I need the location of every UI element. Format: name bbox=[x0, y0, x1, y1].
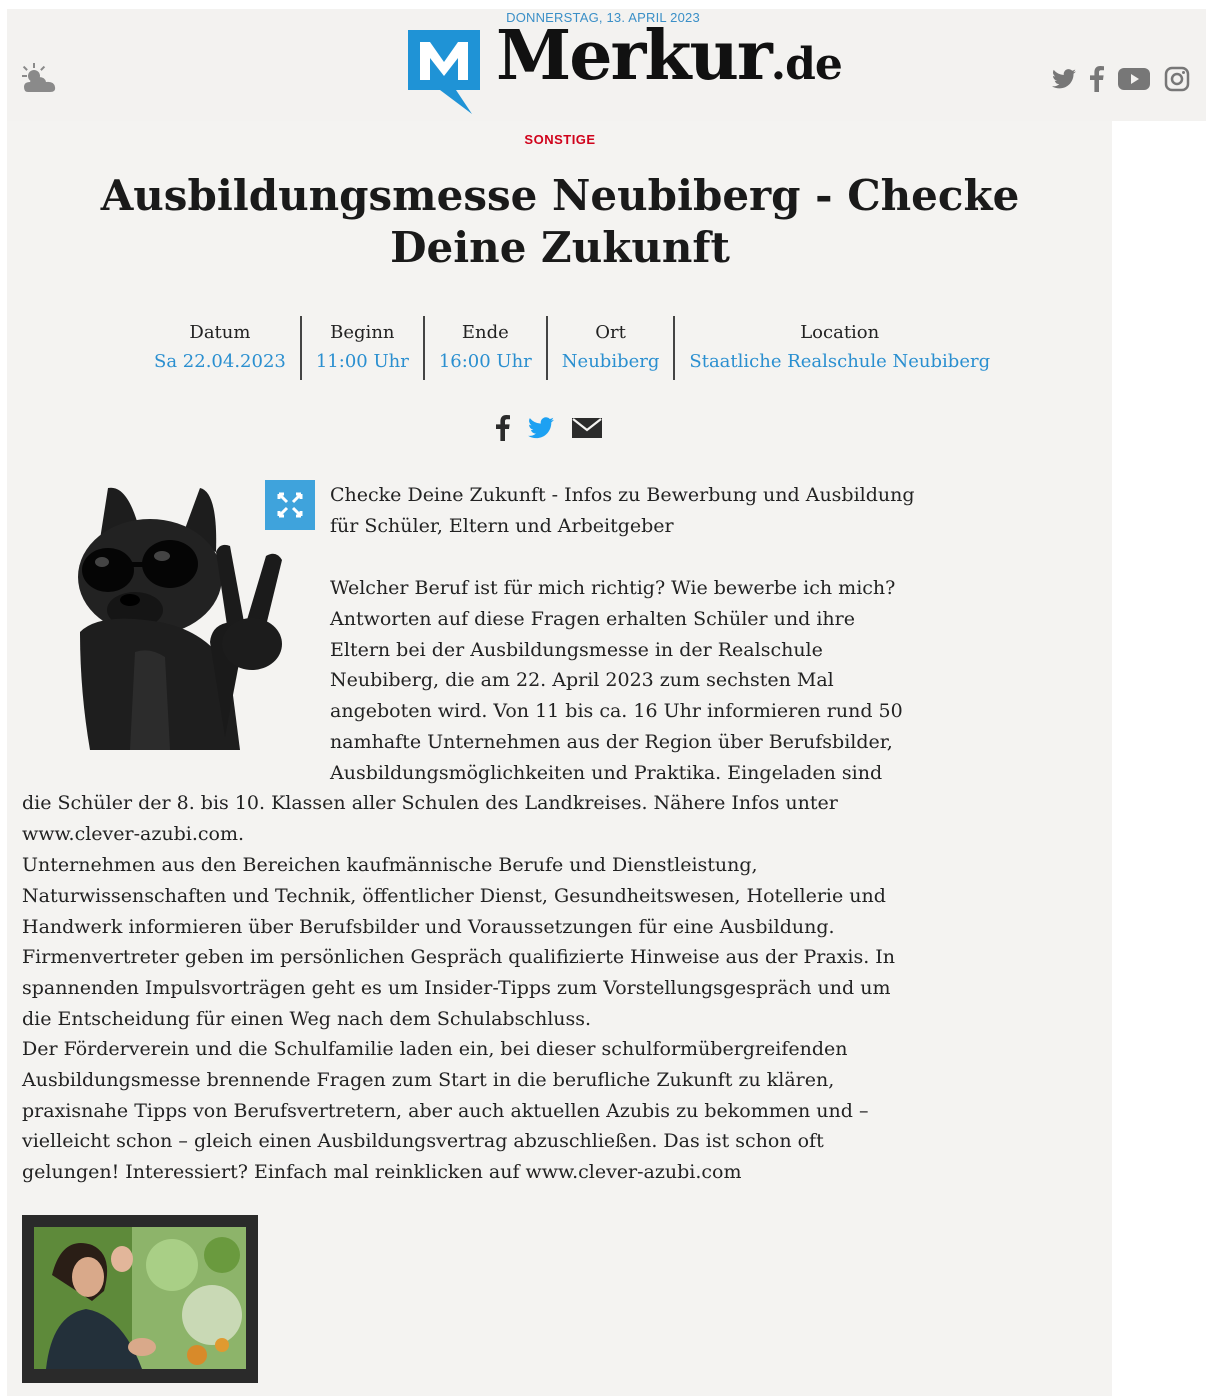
twitter-icon[interactable] bbox=[1052, 69, 1076, 89]
meta-value[interactable]: 16:00 Uhr bbox=[439, 347, 532, 377]
article-paragraph: Welcher Beruf ist für mich richtig? Wie … bbox=[330, 577, 903, 784]
meta-label: Ende bbox=[461, 322, 509, 343]
facebook-share-icon[interactable] bbox=[496, 414, 510, 442]
email-share-icon[interactable] bbox=[572, 418, 602, 438]
category-label[interactable]: SONSTIGE bbox=[0, 132, 1120, 147]
meta-date: Datum Sa 22.04.2023 bbox=[140, 316, 302, 380]
meta-location: Location Staatliche Realschule Neubiberg bbox=[675, 316, 1004, 380]
meta-value[interactable]: Staatliche Realschule Neubiberg bbox=[689, 347, 990, 377]
meta-begin: Beginn 11:00 Uhr bbox=[302, 316, 425, 380]
article-paragraph: die Schüler der 8. bis 10. Klassen aller… bbox=[22, 792, 838, 845]
gallery-thumbnail[interactable] bbox=[22, 1215, 258, 1383]
meta-label: Beginn bbox=[330, 322, 395, 343]
meta-value[interactable]: Sa 22.04.2023 bbox=[154, 347, 286, 377]
brand-wordmark[interactable]: Merkur.de bbox=[496, 22, 843, 90]
social-links bbox=[1052, 66, 1190, 92]
meta-value[interactable]: Neubiberg bbox=[562, 347, 660, 377]
merkur-logo-icon[interactable] bbox=[404, 26, 484, 118]
twitter-share-icon[interactable] bbox=[528, 417, 554, 439]
youtube-icon[interactable] bbox=[1118, 67, 1150, 91]
article-paragraph: Unternehmen aus den Bereichen kaufmännis… bbox=[22, 854, 896, 1030]
meta-label: Location bbox=[800, 322, 880, 343]
weather-cloud-sun-icon[interactable] bbox=[20, 62, 60, 96]
article-paragraph: Der Förderverein und die Schulfamilie la… bbox=[22, 1038, 869, 1184]
meta-label: Datum bbox=[189, 322, 251, 343]
expand-image-button[interactable] bbox=[265, 480, 315, 530]
instagram-icon[interactable] bbox=[1164, 66, 1190, 92]
expand-icon bbox=[277, 492, 303, 518]
dog-peace-sign-image bbox=[78, 487, 282, 750]
apprentice-photo bbox=[34, 1227, 246, 1369]
event-meta-table: Datum Sa 22.04.2023 Beginn 11:00 Uhr End… bbox=[140, 316, 1004, 380]
facebook-icon[interactable] bbox=[1090, 66, 1104, 92]
article-intro: Checke Deine Zukunft - Infos zu Bewerbun… bbox=[330, 484, 915, 537]
meta-label: Ort bbox=[595, 322, 626, 343]
brand-tld: .de bbox=[770, 39, 843, 90]
meta-end: Ende 16:00 Uhr bbox=[425, 316, 548, 380]
meta-place: Ort Neubiberg bbox=[548, 316, 676, 380]
brand-name: Merkur bbox=[496, 16, 773, 96]
article-title: Ausbildungsmesse Neubiberg - Checke Dein… bbox=[100, 171, 1020, 272]
meta-value[interactable]: 11:00 Uhr bbox=[316, 347, 409, 377]
share-bar bbox=[496, 414, 602, 442]
